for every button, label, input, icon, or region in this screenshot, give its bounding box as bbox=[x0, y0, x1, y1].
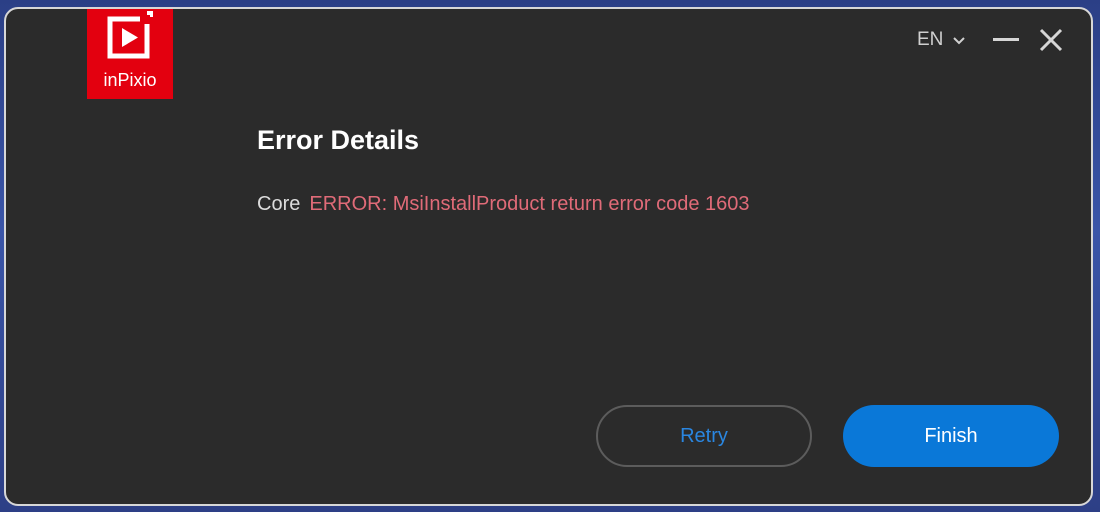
retry-button[interactable]: Retry bbox=[596, 405, 812, 467]
language-label: EN bbox=[917, 29, 944, 50]
chevron-down-icon bbox=[953, 29, 966, 51]
finish-button[interactable]: Finish bbox=[843, 405, 1059, 467]
minimize-button[interactable] bbox=[991, 27, 1021, 53]
play-logo-icon bbox=[107, 11, 153, 59]
component-label: Core bbox=[257, 193, 301, 215]
language-selector[interactable]: EN bbox=[917, 28, 966, 52]
installer-window: inPixio EN Error Details Core ERROR: MsiI… bbox=[4, 7, 1093, 506]
logo-text: inPixio bbox=[103, 70, 157, 90]
page-title: Error Details bbox=[257, 125, 420, 155]
minimize-icon bbox=[993, 38, 1019, 41]
close-button[interactable] bbox=[1036, 25, 1066, 55]
close-icon bbox=[1039, 28, 1063, 52]
error-detail-row: Core ERROR: MsiInstallProduct return erro… bbox=[257, 193, 750, 216]
error-message: ERROR: MsiInstallProduct return error co… bbox=[309, 193, 750, 215]
inpixio-logo: inPixio bbox=[87, 9, 173, 99]
